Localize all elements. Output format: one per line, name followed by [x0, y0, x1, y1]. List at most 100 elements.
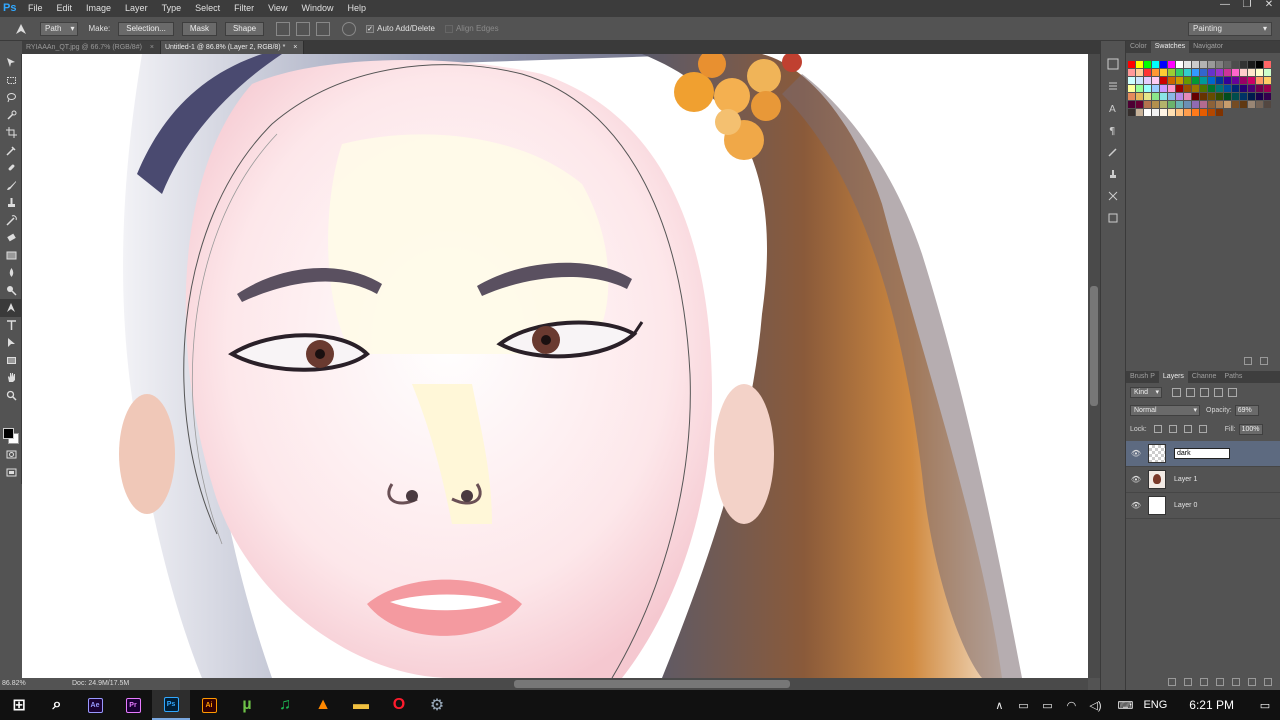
swatch[interactable] [1232, 101, 1239, 108]
close-button[interactable]: ✕ [1258, 0, 1280, 12]
swatch[interactable] [1208, 109, 1215, 116]
taskbar-utorrent[interactable]: µ [228, 690, 266, 720]
swatch[interactable] [1216, 109, 1223, 116]
fill-field[interactable]: 100% [1238, 423, 1263, 435]
swatch[interactable] [1144, 77, 1151, 84]
move-tool-icon[interactable] [0, 54, 22, 72]
swatch[interactable] [1232, 69, 1239, 76]
horizontal-scroll-thumb[interactable] [514, 680, 790, 688]
adjustment-filter-icon[interactable] [1186, 387, 1195, 397]
document-size[interactable]: Doc: 24.9M/17.5M [72, 678, 129, 690]
new-layer-icon[interactable] [1248, 678, 1256, 686]
menu-select[interactable]: Select [188, 0, 227, 17]
battery-icon[interactable]: ▭ [1011, 699, 1035, 712]
path-alignment-icon[interactable] [296, 21, 311, 36]
lock-transparent-icon[interactable] [1153, 425, 1162, 433]
swatch[interactable] [1192, 69, 1199, 76]
quick-mask-icon[interactable] [0, 446, 22, 464]
swatch[interactable] [1224, 93, 1231, 100]
swatch[interactable] [1168, 61, 1175, 68]
swatch[interactable] [1208, 61, 1215, 68]
lock-pixels-icon[interactable] [1168, 425, 1177, 433]
new-swatch-icon[interactable] [1244, 357, 1252, 365]
swatch[interactable] [1232, 61, 1239, 68]
swatch[interactable] [1200, 69, 1207, 76]
swatch[interactable] [1160, 61, 1167, 68]
swatch[interactable] [1136, 69, 1143, 76]
new-group-icon[interactable] [1232, 678, 1240, 686]
eyedropper-tool-icon[interactable] [0, 142, 22, 160]
swatch[interactable] [1168, 93, 1175, 100]
swatch[interactable] [1128, 77, 1135, 84]
align-edges-checkbox[interactable] [444, 24, 453, 33]
swatch[interactable] [1216, 69, 1223, 76]
smart-object-filter-icon[interactable] [1228, 387, 1237, 397]
swatch[interactable] [1248, 93, 1255, 100]
show-hidden-icons-icon[interactable]: ∧ [987, 699, 1011, 712]
swatch[interactable] [1216, 61, 1223, 68]
swatch[interactable] [1144, 93, 1151, 100]
swatch[interactable] [1152, 85, 1159, 92]
notification-center-icon[interactable]: ▭ [1250, 699, 1280, 712]
menu-file[interactable]: File [21, 0, 50, 17]
layer-row-layer-0[interactable]: 👁 Layer 0 [1126, 493, 1280, 519]
wifi-icon[interactable]: ◠ [1059, 699, 1083, 712]
menu-help[interactable]: Help [340, 0, 373, 17]
clone-stamp-tool-icon[interactable] [0, 194, 22, 212]
swatch[interactable] [1152, 109, 1159, 116]
swatch[interactable] [1264, 61, 1271, 68]
tab-navigator[interactable]: Navigator [1189, 41, 1227, 53]
swatch[interactable] [1128, 109, 1135, 116]
swatch[interactable] [1136, 101, 1143, 108]
swatch[interactable] [1136, 61, 1143, 68]
pen-mode-select[interactable]: Path [40, 21, 79, 36]
tab-ryiaaan[interactable]: RYIAAAn_QT.jpg @ 66.7% (RGB/8#) × [22, 41, 161, 54]
swatch[interactable] [1176, 85, 1183, 92]
menu-view[interactable]: View [261, 0, 294, 17]
brush-presets-icon[interactable] [1101, 141, 1125, 163]
screen-mode-icon[interactable] [0, 464, 22, 482]
swatch[interactable] [1224, 77, 1231, 84]
swatch[interactable] [1240, 69, 1247, 76]
swatch[interactable] [1136, 85, 1143, 92]
swatch[interactable] [1192, 85, 1199, 92]
foreground-color-swatch[interactable] [3, 428, 14, 439]
taskbar-start[interactable]: ⊞ [0, 690, 38, 720]
language-indicator[interactable]: ENG [1143, 699, 1167, 711]
swatch[interactable] [1176, 101, 1183, 108]
swatch[interactable] [1168, 109, 1175, 116]
swatch[interactable] [1128, 85, 1135, 92]
swatch[interactable] [1248, 61, 1255, 68]
blend-mode-select[interactable]: Normal [1130, 404, 1200, 416]
trash-icon[interactable] [1260, 357, 1268, 365]
swatch[interactable] [1184, 93, 1191, 100]
tool-presets-icon[interactable] [1101, 185, 1125, 207]
swatch[interactable] [1200, 85, 1207, 92]
swatch[interactable] [1264, 101, 1271, 108]
path-operations-icon[interactable] [276, 21, 291, 36]
swatch[interactable] [1248, 85, 1255, 92]
swatch[interactable] [1256, 77, 1263, 84]
menu-edit[interactable]: Edit [50, 0, 80, 17]
swatch[interactable] [1184, 77, 1191, 84]
swatch[interactable] [1168, 69, 1175, 76]
swatch[interactable] [1200, 77, 1207, 84]
swatch[interactable] [1184, 109, 1191, 116]
swatch[interactable] [1144, 61, 1151, 68]
menu-type[interactable]: Type [155, 0, 189, 17]
swatch[interactable] [1256, 101, 1263, 108]
adjustment-layer-icon[interactable] [1216, 678, 1224, 686]
swatch[interactable] [1192, 101, 1199, 108]
make-shape-button[interactable]: Shape [224, 21, 265, 36]
swatch[interactable] [1128, 101, 1135, 108]
crop-tool-icon[interactable] [0, 124, 22, 142]
path-arrangement-icon[interactable] [316, 21, 331, 36]
swatch[interactable] [1240, 77, 1247, 84]
minimize-button[interactable]: — [1214, 0, 1236, 12]
swatch[interactable] [1144, 109, 1151, 116]
swatch[interactable] [1136, 77, 1143, 84]
document-canvas[interactable] [22, 54, 1088, 678]
swatch[interactable] [1256, 85, 1263, 92]
filter-kind-select[interactable]: Kind [1130, 386, 1162, 398]
make-mask-button[interactable]: Mask [181, 21, 217, 36]
